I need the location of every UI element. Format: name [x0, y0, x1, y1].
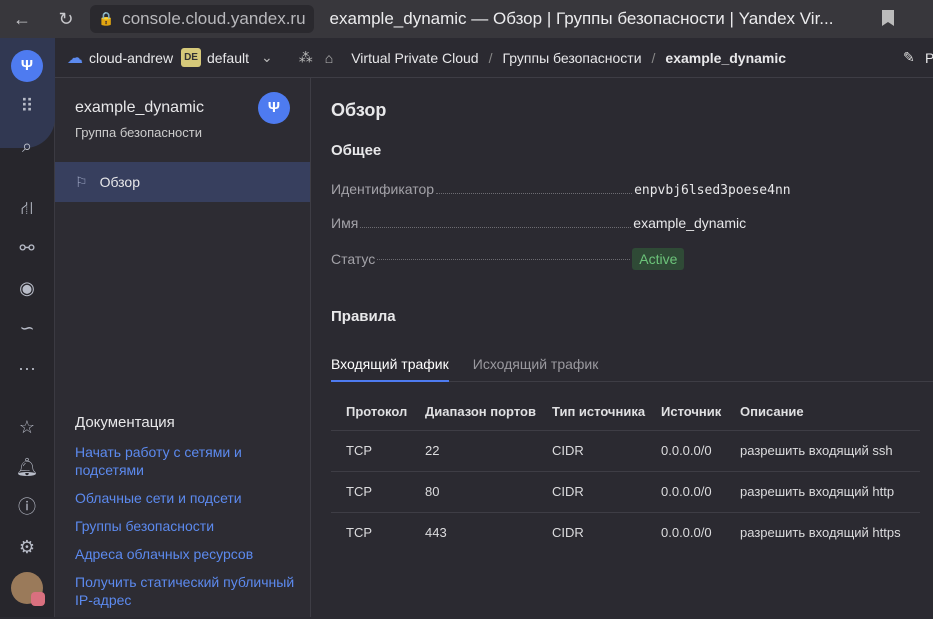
cell: разрешить входящий https [725, 511, 920, 553]
rules-table: Протокол Диапазон портов Тип источника И… [331, 394, 920, 553]
nav-item-label: Обзор [99, 174, 140, 190]
address-bar[interactable]: 🔒 console.cloud.yandex.ru [90, 5, 314, 33]
location-pin-icon[interactable]: ◉ [14, 275, 40, 301]
network-icon[interactable]: ⛙ [14, 195, 40, 221]
cell: TCP [331, 429, 410, 471]
page-tab-title: example_dynamic — Обзор | Группы безопас… [329, 9, 834, 28]
cell: 22 [410, 429, 537, 471]
breadcrumb-sep: / [488, 49, 493, 66]
cell: CIDR [537, 470, 646, 512]
tab-ingress[interactable]: Входящий трафик [331, 350, 449, 382]
star-icon[interactable]: ☆ [14, 414, 40, 440]
top-header: ☁ cloud-andrew DE default ⌄ ⁂ ⌂ Virtual … [55, 38, 933, 78]
cell: CIDR [537, 429, 646, 471]
col-source: Источник [661, 404, 722, 420]
doc-link[interactable]: Облачные сети и подсети [75, 489, 295, 507]
help-icon[interactable]: ⓘ [14, 494, 40, 520]
col-protocol: Протокол [346, 404, 408, 420]
lock-icon: 🔒 [98, 11, 115, 26]
security-group-icon: Ψ [258, 92, 290, 124]
status-badge: Active [632, 248, 685, 270]
section-rules: Правила [331, 308, 396, 325]
breadcrumb-security-groups[interactable]: Группы безопасности [502, 50, 641, 66]
work-badge-icon [31, 592, 45, 606]
col-ports: Диапазон портов [425, 404, 536, 420]
cell: 443 [410, 511, 537, 553]
name-value: example_dynamic [633, 215, 747, 231]
left-rail: Ψ ⠿ ⌕ ⛙ ⚯ ◉ ∽ ··· ☆ 🔔︎ ⓘ ⚙ [0, 38, 55, 617]
doc-link[interactable]: Адреса облачных ресурсов [75, 545, 295, 563]
cell: TCP [331, 470, 410, 512]
url-text: console.cloud.yandex.ru [122, 9, 306, 28]
field-label: Идентификатор [331, 181, 435, 197]
home-icon[interactable]: ⌂ [325, 50, 333, 66]
more-icon[interactable]: ··· [14, 355, 40, 381]
cell: TCP [331, 511, 410, 553]
cell: 0.0.0.0/0 [646, 429, 725, 471]
edit-pencil-icon[interactable]: ✎ [903, 49, 915, 66]
cloud-selector[interactable]: cloud-andrew [89, 50, 173, 66]
col-description: Описание [740, 404, 804, 420]
breadcrumb-current: example_dynamic [665, 49, 787, 66]
folder-selector[interactable]: default [207, 50, 249, 66]
apps-grid-icon[interactable]: ⠿ [14, 93, 40, 119]
flag-icon: ⚐ [75, 173, 88, 190]
tab-egress[interactable]: Исходящий трафик [473, 350, 599, 382]
services-icon[interactable]: ⁂ [299, 49, 313, 66]
main-content: Обзор Общее Идентификатор enpvbj6lsed3poe… [311, 78, 933, 617]
edit-button-partial[interactable]: P [925, 50, 933, 66]
resource-subtitle: Группа безопасности [75, 125, 202, 140]
nav-item-overview[interactable]: ⚐ Обзор [55, 162, 310, 202]
cell: CIDR [537, 511, 646, 553]
bell-icon[interactable]: 🔔︎ [14, 454, 40, 480]
cell: разрешить входящий http [725, 470, 920, 512]
breadcrumb-sep: / [651, 49, 656, 66]
docs-title: Документация [75, 414, 175, 431]
cell: 0.0.0.0/0 [646, 470, 725, 512]
table-row[interactable]: TCP 22 CIDR 0.0.0.0/0 разрешить входящий ssh [331, 429, 920, 471]
page-title: Обзор [331, 100, 387, 120]
field-label: Имя [331, 215, 359, 231]
breadcrumb-vpc[interactable]: Virtual Private Cloud [351, 50, 478, 66]
bookmark-icon[interactable] [882, 10, 894, 26]
search-icon[interactable]: ⌕ [14, 133, 40, 159]
route-icon[interactable]: ∽ [14, 315, 40, 341]
table-row[interactable]: TCP 443 CIDR 0.0.0.0/0 разрешить входящий ht… [331, 511, 920, 553]
service-sidebar: example_dynamic Группа безопасности Ψ ⚐ … [55, 78, 311, 617]
chevron-down-icon[interactable]: ⌄ [261, 49, 273, 66]
section-general: Общее [331, 142, 382, 159]
doc-link[interactable]: Группы безопасности [75, 517, 295, 535]
cell: 0.0.0.0/0 [646, 511, 725, 553]
browser-toolbar: ← ↻ 🔒 console.cloud.yandex.ru example_dy… [0, 0, 933, 38]
share-nodes-icon[interactable]: ⚯ [14, 235, 40, 261]
cloud-icon: ☁ [67, 49, 83, 67]
settings-gear-icon[interactable]: ⚙ [14, 534, 40, 560]
col-source-type: Тип источника [552, 404, 646, 420]
cell: 80 [410, 470, 537, 512]
reload-icon[interactable]: ↻ [56, 9, 76, 30]
field-label: Статус [331, 251, 376, 267]
id-value: enpvbj6lsed3poese4nn [634, 183, 791, 198]
cell: разрешить входящий ssh [725, 429, 920, 471]
folder-badge: DE [181, 48, 201, 67]
resource-title: example_dynamic [75, 99, 204, 116]
doc-link[interactable]: Получить статический публичный IP-адрес [75, 573, 295, 609]
table-row[interactable]: TCP 80 CIDR 0.0.0.0/0 разрешить входящий htt… [331, 470, 920, 512]
doc-link[interactable]: Начать работу с сетями и подсетями [75, 443, 295, 479]
vpc-logo-icon[interactable]: Ψ [11, 50, 43, 82]
traffic-tabs: Входящий трафик Исходящий трафик [331, 350, 933, 382]
back-icon[interactable]: ← [12, 9, 32, 30]
